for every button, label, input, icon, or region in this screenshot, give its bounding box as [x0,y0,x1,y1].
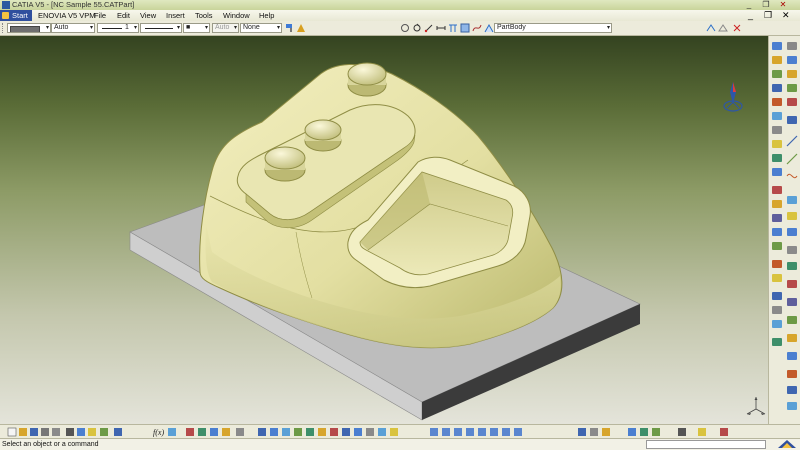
chevron-down-icon: ▾ [89,25,93,31]
chevron-down-icon: ▾ [233,25,237,31]
formula-icon[interactable] [448,23,458,33]
knob-left[interactable] [264,146,306,182]
law-icon[interactable] [472,23,482,33]
axis-triad-icon [746,397,766,415]
status-bar: Select an object or a command [0,438,800,450]
rotate-icon[interactable] [412,23,422,33]
knowledge-icon[interactable] [460,23,470,33]
knowledge-tools: f(x) [153,428,244,437]
line-sample [102,28,122,29]
part-model[interactable] [0,36,768,424]
render-view-tools [430,428,522,436]
sketcher-icon[interactable] [400,23,410,33]
chevron-down-icon: ▾ [133,25,137,31]
menu-start[interactable]: Start [0,10,32,21]
svg-text:f(x): f(x) [153,428,164,437]
line-type-combo[interactable]: 1 ▾ [97,23,139,33]
snap-icon[interactable] [732,23,742,33]
menu-view[interactable]: View [140,10,156,21]
chevron-down-icon: ▾ [176,25,180,31]
chevron-down-icon: ▾ [606,25,610,31]
line-thickness-combo[interactable]: ▾ [140,23,182,33]
constraint-icon[interactable] [424,23,434,33]
window-title: CATIA V5 - [NC Sample 55.CATPart] [12,0,135,9]
toolbar-grip[interactable] [2,23,6,33]
menu-tools[interactable]: Tools [195,10,213,21]
shading-icon[interactable] [706,23,716,33]
fill-color-combo[interactable]: ▾ [7,23,51,33]
tool-column-left [772,42,782,346]
dimension-icon[interactable] [436,23,446,33]
define-work-object-icon[interactable] [484,23,494,33]
right-toolbar [768,36,800,426]
line-sample [145,28,173,29]
minimize-button[interactable]: _ [742,0,756,10]
compass-icon[interactable] [723,82,743,112]
transparency-combo[interactable]: Auto ▾ [51,23,95,33]
bottom-toolbar: f(x) [0,424,800,439]
current-body-combo[interactable]: PartBody ▾ [494,23,612,33]
bottom-toolbar-icons[interactable]: f(x) [0,425,800,439]
view-tools [258,428,398,436]
misc-tools [578,428,728,436]
menu-window[interactable]: Window [223,10,250,21]
status-message: Select an object or a command [2,441,99,448]
maximize-button[interactable]: ❐ [759,0,773,10]
knob-right[interactable] [347,62,387,97]
chevron-down-icon: ▾ [45,25,49,31]
close-button[interactable]: ✕ [776,0,790,10]
chevron-down-icon: ▾ [204,25,208,31]
catia-logo-icon [778,440,796,448]
right-toolbar-icons[interactable] [769,36,800,426]
format-painter-icon[interactable] [285,23,295,33]
graphic-properties-icon[interactable] [296,23,306,33]
standard-tools [7,427,122,437]
power-input-field[interactable] [646,440,766,449]
geometry-viewport[interactable] [0,36,768,424]
wireframe-icon[interactable] [718,23,728,33]
knob-middle[interactable] [304,119,342,152]
start-icon [2,12,9,19]
catia-app-icon [2,1,10,9]
menu-enovia[interactable]: ENOVIA V5 VPM [38,10,96,21]
graphic-properties-toolbar: ▾ Auto ▾ 1 ▾ ▾ ■ ▾ Auto ▾ None ▾ PartBod… [0,21,800,36]
render-style-combo[interactable]: Auto ▾ [212,23,239,33]
chevron-down-icon: ▾ [276,25,280,31]
layer-combo[interactable]: None ▾ [240,23,282,33]
menu-file[interactable]: File [94,10,106,21]
doc-restore-button[interactable]: ❐ [764,10,772,21]
doc-minimize-button[interactable]: _ [748,10,753,21]
menu-insert[interactable]: Insert [166,10,185,21]
doc-close-button[interactable]: ✕ [782,10,790,21]
menu-edit[interactable]: Edit [117,10,130,21]
menu-help[interactable]: Help [259,10,274,21]
tool-column-right [786,42,798,410]
color-swatch [10,26,40,32]
point-style-combo[interactable]: ■ ▾ [183,23,210,33]
